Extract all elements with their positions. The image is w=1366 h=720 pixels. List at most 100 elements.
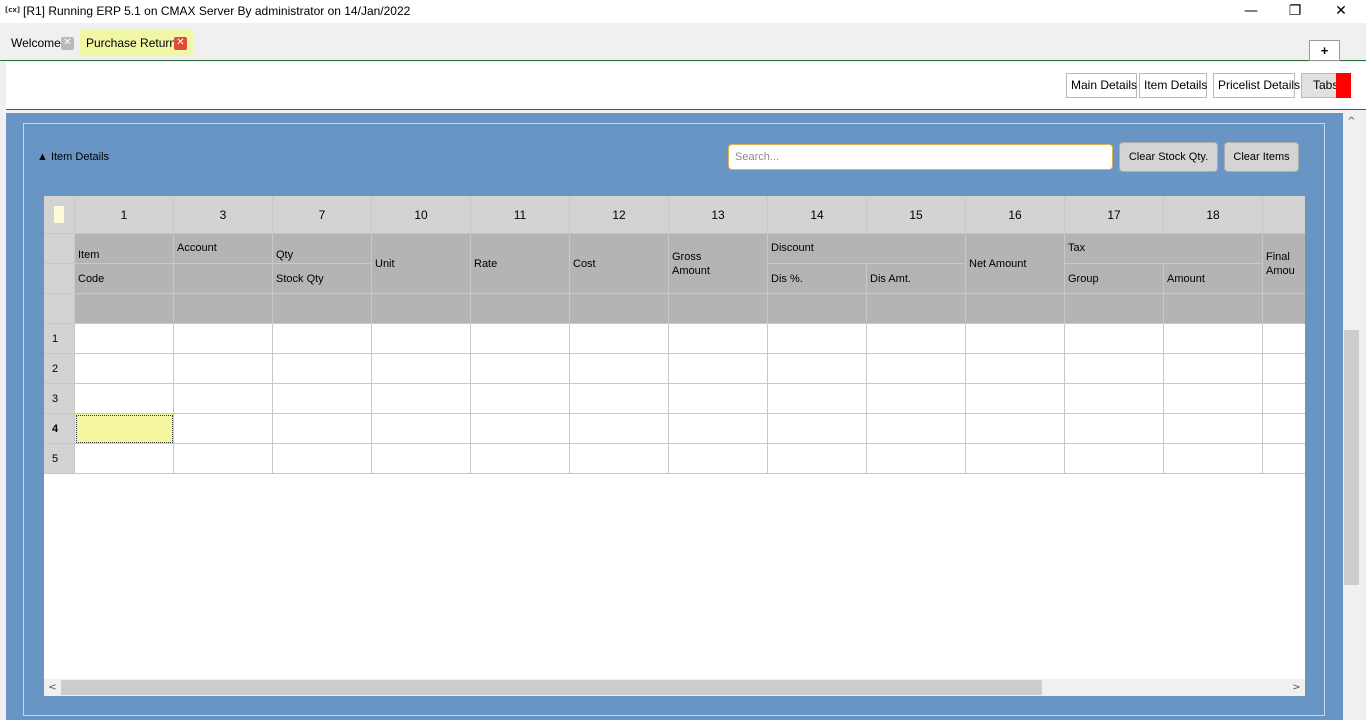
- header-unit[interactable]: Unit: [372, 234, 471, 294]
- row-number[interactable]: 2: [44, 354, 75, 384]
- column-number[interactable]: 1: [75, 196, 174, 234]
- vertical-scroll-thumb[interactable]: [1344, 330, 1359, 585]
- grid-cell[interactable]: [471, 384, 570, 414]
- grid-cell[interactable]: [372, 384, 471, 414]
- grid-cell[interactable]: [273, 414, 372, 444]
- grid-cell[interactable]: [372, 414, 471, 444]
- filter-cell[interactable]: [867, 294, 966, 324]
- column-number[interactable]: 12: [570, 196, 669, 234]
- column-number[interactable]: 15: [867, 196, 966, 234]
- grid-cell[interactable]: [75, 324, 174, 354]
- grid-cell[interactable]: [273, 444, 372, 474]
- grid-cell[interactable]: [867, 324, 966, 354]
- filter-cell[interactable]: [768, 294, 867, 324]
- grid-cell[interactable]: [669, 444, 768, 474]
- grid-cell[interactable]: [75, 354, 174, 384]
- new-tab-button[interactable]: +: [1309, 40, 1340, 61]
- grid-cell[interactable]: [669, 324, 768, 354]
- tab-purchase-return[interactable]: Purchase Return ✕: [80, 30, 193, 56]
- scroll-left-icon[interactable]: <: [44, 679, 61, 696]
- grid-cell[interactable]: [174, 414, 273, 444]
- grid-cell[interactable]: [1263, 324, 1305, 354]
- column-number[interactable]: 16: [966, 196, 1065, 234]
- grid-cell[interactable]: [273, 384, 372, 414]
- grid-cell[interactable]: [1164, 384, 1263, 414]
- header-tax[interactable]: Tax: [1065, 234, 1263, 264]
- header-gross-amount[interactable]: Gross Amount: [669, 234, 768, 294]
- tab-purchase-return-close-icon[interactable]: ✕: [174, 37, 187, 50]
- header-cost[interactable]: Cost: [570, 234, 669, 294]
- grid-cell[interactable]: [570, 444, 669, 474]
- grid-cell[interactable]: [867, 414, 966, 444]
- grid-cell[interactable]: [768, 324, 867, 354]
- clear-stock-qty-button[interactable]: Clear Stock Qty.: [1119, 142, 1218, 172]
- header-stock-qty[interactable]: Stock Qty: [273, 264, 372, 294]
- grid-cell[interactable]: [273, 354, 372, 384]
- scroll-right-icon[interactable]: >: [1288, 679, 1305, 696]
- filter-cell[interactable]: [471, 294, 570, 324]
- filter-cell[interactable]: [966, 294, 1065, 324]
- grid-cell[interactable]: [570, 414, 669, 444]
- selected-cell[interactable]: [75, 414, 174, 444]
- vertical-scrollbar[interactable]: ^: [1343, 113, 1360, 720]
- row-number[interactable]: 1: [44, 324, 75, 354]
- main-details-button[interactable]: Main Details: [1066, 73, 1137, 98]
- filter-cell[interactable]: [1164, 294, 1263, 324]
- header-qty[interactable]: Qty: [273, 234, 372, 264]
- row-number[interactable]: 3: [44, 384, 75, 414]
- grid-cell[interactable]: [372, 354, 471, 384]
- grid-cell[interactable]: [669, 384, 768, 414]
- grid-cell[interactable]: [1263, 444, 1305, 474]
- grid-cell[interactable]: [471, 324, 570, 354]
- grid-cell[interactable]: [273, 324, 372, 354]
- header-dis-amt[interactable]: Dis Amt.: [867, 264, 966, 294]
- grid-cell[interactable]: [1065, 354, 1164, 384]
- column-number[interactable]: 13: [669, 196, 768, 234]
- filter-cell[interactable]: [372, 294, 471, 324]
- close-window-button[interactable]: ✕: [1318, 0, 1364, 23]
- row-number[interactable]: 4: [44, 414, 75, 444]
- grid-cell[interactable]: [669, 414, 768, 444]
- grid-cell[interactable]: [966, 414, 1065, 444]
- grid-cell[interactable]: [867, 384, 966, 414]
- row-number[interactable]: 5: [44, 444, 75, 474]
- grid-cell[interactable]: [1164, 324, 1263, 354]
- column-number[interactable]: 14: [768, 196, 867, 234]
- grid-cell[interactable]: [174, 444, 273, 474]
- grid-cell[interactable]: [1164, 444, 1263, 474]
- grid-cell[interactable]: [1065, 324, 1164, 354]
- grid-cell[interactable]: [867, 444, 966, 474]
- grid-cell[interactable]: [1065, 414, 1164, 444]
- header-net-amount[interactable]: Net Amount: [966, 234, 1065, 294]
- grid-cell[interactable]: [1263, 384, 1305, 414]
- minimize-button[interactable]: —: [1228, 0, 1274, 23]
- header-rate[interactable]: Rate: [471, 234, 570, 294]
- grid-cell[interactable]: [768, 384, 867, 414]
- search-input[interactable]: [728, 144, 1113, 170]
- grid-cell[interactable]: [669, 354, 768, 384]
- column-number[interactable]: 10: [372, 196, 471, 234]
- grid-cell[interactable]: [471, 414, 570, 444]
- filter-cell[interactable]: [1065, 294, 1164, 324]
- grid-cell[interactable]: [570, 354, 669, 384]
- grid-cell[interactable]: [372, 324, 471, 354]
- grid-cell[interactable]: [867, 354, 966, 384]
- item-details-toggle[interactable]: ▲ Item Details: [37, 151, 109, 163]
- grid-cell[interactable]: [1263, 414, 1305, 444]
- grid-cell[interactable]: [75, 384, 174, 414]
- grid-cell[interactable]: [768, 354, 867, 384]
- grid-cell[interactable]: [174, 324, 273, 354]
- header-tax-group[interactable]: Group: [1065, 264, 1164, 294]
- grid-cell[interactable]: [471, 354, 570, 384]
- grid-corner[interactable]: [44, 196, 75, 234]
- column-number[interactable]: 11: [471, 196, 570, 234]
- horizontal-scrollbar[interactable]: < >: [44, 679, 1305, 696]
- header-discount[interactable]: Discount: [768, 234, 966, 264]
- grid-cell[interactable]: [966, 324, 1065, 354]
- item-details-button[interactable]: Item Details: [1139, 73, 1207, 98]
- filter-cell[interactable]: [273, 294, 372, 324]
- grid-cell[interactable]: [570, 324, 669, 354]
- column-number[interactable]: [1263, 196, 1305, 234]
- horizontal-scroll-thumb[interactable]: [61, 680, 1042, 695]
- header-dis-pct[interactable]: Dis %.: [768, 264, 867, 294]
